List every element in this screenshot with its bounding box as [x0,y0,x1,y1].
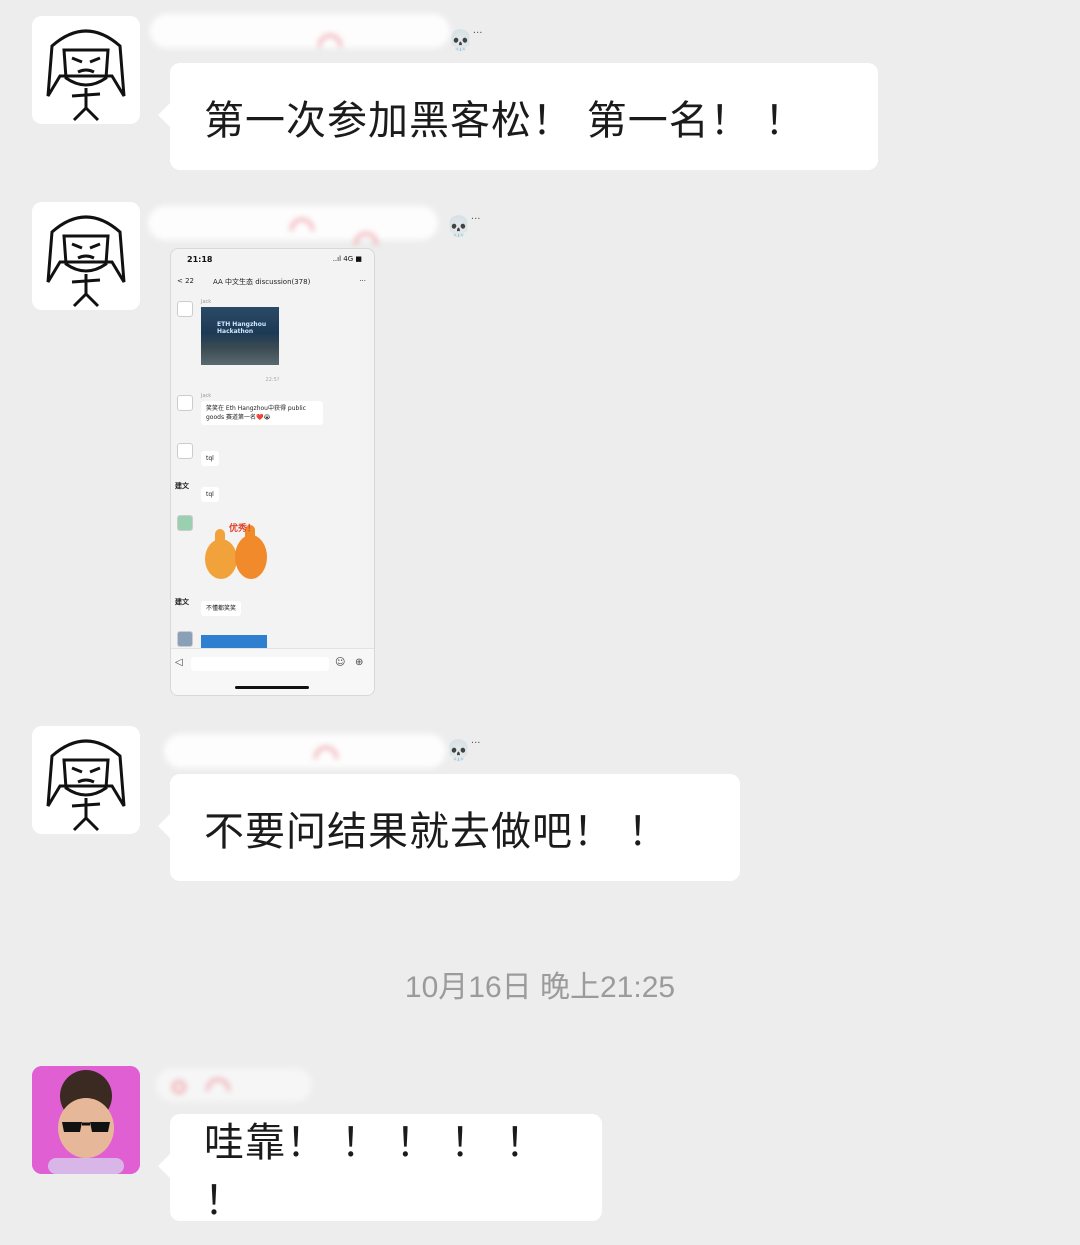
sender-avatar[interactable] [32,16,140,124]
shot-avatar [177,301,193,317]
shot-back: < 22 [177,277,194,285]
sender-name-redacted [148,206,438,245]
message-bubble[interactable]: 不要问结果就去做吧！ ！ [158,774,740,881]
chat-timestamp: 10月16日 晚上21:25 [404,971,676,1004]
message-text: 哇靠！ ！ ！ ！ ！ ！ [204,1119,546,1224]
shot-photo: ETH Hangzhou Hackathon [201,307,279,365]
shot-bubble: 笑笑在 Eth Hangzhou中获得 public goods 赛道第一名❤️… [201,401,323,425]
message-bubble[interactable]: 第一次参加黑客松！ 第一名！ ！ [158,63,878,170]
message-bubble[interactable]: 哇靠！ ！ ！ ！ ！ ！ [158,1114,602,1224]
shot-more-icon: ··· [359,277,366,285]
message-text: 不要问结果就去做吧！ ！ [204,808,669,855]
message-text: 第一次参加黑客松！ 第一名！ ！ [204,97,806,144]
sender-avatar[interactable] [32,202,140,310]
shot-image-partial [201,635,267,649]
shot-signal: ..ıl 4G ■ [332,255,362,263]
shot-msg-time: 22:5? [265,377,280,383]
shot-time: 21:18 [187,255,213,264]
shot-bubble: tql [201,451,219,466]
sender-name-redacted [164,734,446,768]
shot-name: Jack [201,299,212,305]
sender-avatar[interactable] [32,1066,140,1174]
cartoon-girl-avatar-icon [32,202,140,310]
shot-avatar [177,515,193,531]
shot-name: 建文 [175,598,189,606]
sticker-text: 优秀！ [229,524,257,534]
shot-avatar [177,395,193,411]
shot-emoji-icon: ☺ [335,657,346,668]
shot-avatar [177,443,193,459]
cartoon-girl-avatar-icon [32,16,140,124]
shot-bubble: tql [201,487,219,502]
shot-voice-icon: ◁ [175,657,183,668]
shot-home-indicator [235,686,309,689]
sender-name-redacted [156,1068,312,1102]
cartoon-girl-avatar-icon [32,726,140,834]
shot-title: AA 中文生态 discussion(378) [213,278,311,286]
sunglasses-man-avatar-icon [32,1066,140,1174]
skull-badge-icon: 💀··· [446,738,481,762]
shot-bubble: 不懂都笑笑 [201,601,242,616]
shot-plus-icon: ⊕ [355,657,364,668]
image-message[interactable]: 21:18 ..ıl 4G ■ < 22 AA 中文生态 discussion(… [170,248,375,696]
shot-input-field [191,657,329,671]
shot-input-bar: ◁ ☺ ⊕ [171,648,374,695]
sender-avatar[interactable] [32,726,140,834]
skull-badge-icon: 💀··· [446,214,481,238]
sender-name-redacted [150,14,450,48]
skull-badge-icon: 💀··· [448,28,483,52]
shot-name: 建文 [175,482,189,490]
shot-name: Jack [201,393,212,399]
shot-avatar [177,631,193,647]
shot-photo-text: ETH Hangzhou Hackathon [217,321,267,335]
